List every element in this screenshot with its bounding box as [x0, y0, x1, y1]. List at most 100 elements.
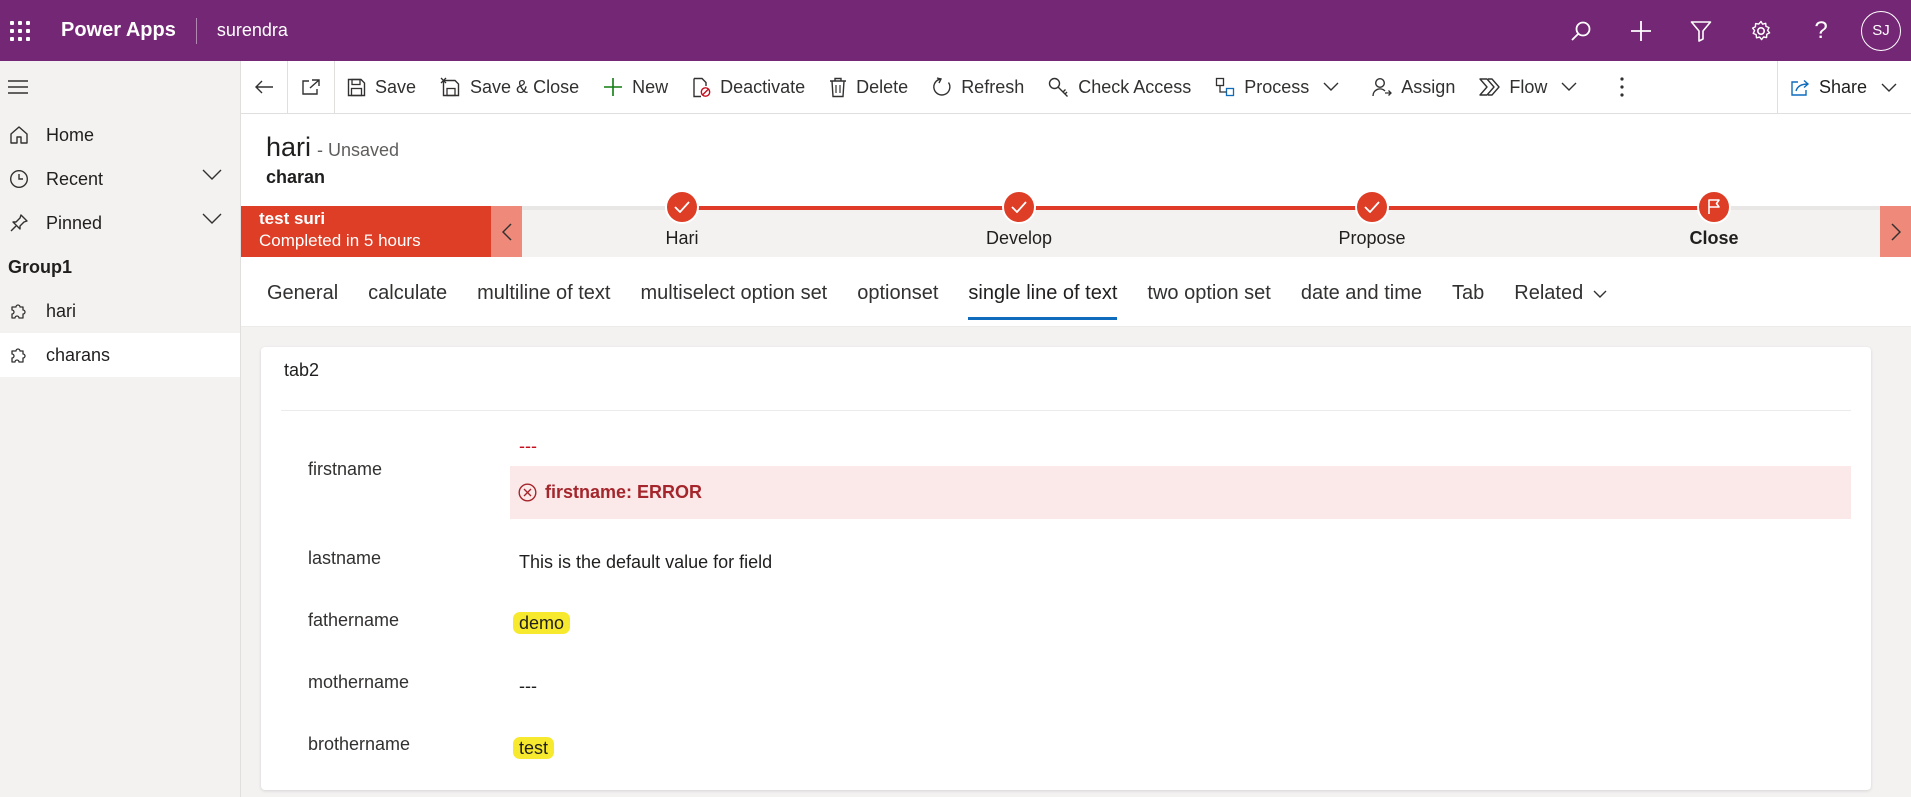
sidebar-item-hari[interactable]: hari — [0, 289, 240, 333]
field-label-lastname: lastname — [308, 548, 382, 568]
save-and-close-button[interactable]: Save & Close — [428, 61, 591, 114]
more-vertical-icon — [1620, 77, 1624, 97]
refresh-button[interactable]: Refresh — [920, 61, 1036, 114]
filter-button[interactable] — [1671, 0, 1731, 61]
bpf-stage-propose[interactable]: Propose — [1312, 190, 1432, 249]
user-avatar[interactable]: SJ — [1861, 10, 1901, 51]
share-button[interactable]: Share — [1776, 61, 1911, 114]
save-status: - Unsaved — [317, 140, 400, 160]
header-divider — [195, 17, 197, 44]
sidebar-item-label: charans — [46, 344, 111, 365]
environment-name[interactable]: surendra — [217, 20, 288, 41]
deactivate-label: Deactivate — [720, 76, 806, 97]
chevron-down-icon — [1561, 82, 1577, 91]
mothername-input[interactable]: --- — [519, 676, 537, 697]
checkmark-icon — [665, 190, 699, 224]
new-label: New — [632, 76, 669, 97]
record-title: hari — [266, 132, 312, 162]
error-message: firstname: ERROR — [545, 482, 703, 502]
hamburger-icon — [8, 80, 28, 94]
chevron-down-icon[interactable] — [202, 169, 222, 181]
brothername-input[interactable]: test — [513, 737, 555, 759]
deactivate-button[interactable]: Deactivate — [680, 61, 817, 114]
active-process-flyout[interactable]: test suri Completed in 5 hours — [241, 206, 491, 257]
deactivate-icon — [693, 77, 711, 97]
new-button[interactable] — [1611, 0, 1671, 61]
flag-icon — [1697, 190, 1731, 224]
new-record-button[interactable]: New — [591, 61, 680, 114]
sidebar-item-label: Recent — [46, 168, 104, 189]
assign-label: Assign — [1401, 76, 1456, 97]
form-section-card: tab2 firstname --- firstname: ERROR last… — [261, 347, 1871, 790]
share-label: Share — [1818, 77, 1867, 97]
flow-label: Flow — [1509, 76, 1548, 97]
plus-icon — [1631, 20, 1651, 41]
sidebar-item-charans[interactable]: charans — [0, 333, 240, 377]
settings-button[interactable] — [1731, 0, 1791, 61]
app-launcher-button[interactable] — [0, 0, 40, 61]
tab-multiline-of-text[interactable]: multiline of text — [477, 257, 610, 320]
field-label-brothername: brothername — [308, 734, 411, 754]
sidebar-group-label: Group1 — [8, 256, 73, 277]
tab-calculate[interactable]: calculate — [368, 257, 447, 320]
bpf-stage-close[interactable]: Close — [1654, 190, 1774, 249]
field-label-fathername: fathername — [308, 610, 400, 630]
gear-icon — [1751, 20, 1771, 40]
save-and-close-label: Save & Close — [470, 76, 580, 97]
app-name[interactable]: Power Apps — [61, 19, 176, 42]
search-button[interactable] — [1551, 0, 1611, 61]
home-icon — [8, 124, 30, 146]
tab-date-and-time[interactable]: date and time — [1301, 257, 1422, 320]
sitemap-sidebar: Home Recent Pinned Group1 hari charans — [0, 61, 241, 797]
checkmark-icon — [1002, 190, 1036, 224]
process-menu-button[interactable]: Process — [1203, 61, 1360, 114]
firstname-input[interactable]: --- — [519, 436, 537, 457]
fathername-input[interactable]: demo — [513, 612, 571, 634]
brothername-value: test — [513, 737, 555, 759]
collapse-nav-button[interactable] — [0, 61, 240, 113]
puzzle-icon — [8, 300, 30, 322]
bpf-previous-button[interactable] — [491, 206, 522, 257]
tab-optionset[interactable]: optionset — [857, 257, 938, 320]
bpf-stage-hari[interactable]: Hari — [622, 190, 742, 249]
tab-single-line-of-text[interactable]: single line of text — [968, 257, 1117, 320]
firstname-error-notification: firstname: ERROR — [510, 466, 1851, 519]
trash-icon — [830, 77, 847, 97]
waffle-icon — [10, 20, 30, 41]
back-button[interactable] — [241, 61, 287, 114]
tab-related[interactable]: Related — [1514, 257, 1607, 320]
flow-menu-button[interactable]: Flow — [1467, 61, 1598, 114]
tab-general[interactable]: General — [267, 257, 338, 320]
chevron-down-icon — [1881, 83, 1897, 92]
field-label-firstname: firstname — [308, 459, 383, 479]
tab-tab[interactable]: Tab — [1452, 257, 1484, 320]
section-divider — [281, 410, 1851, 411]
bpf-stage-label: Hari — [665, 228, 699, 248]
open-in-new-window-button[interactable] — [288, 61, 334, 114]
delete-button[interactable]: Delete — [817, 61, 920, 114]
help-button[interactable]: ? — [1791, 0, 1851, 61]
check-access-button[interactable]: Check Access — [1036, 61, 1203, 114]
assign-button[interactable]: Assign — [1360, 61, 1467, 114]
tab-multiselect-option-set[interactable]: multiselect option set — [640, 257, 827, 320]
sidebar-item-recent[interactable]: Recent — [0, 157, 240, 201]
more-commands-button[interactable] — [1598, 61, 1646, 114]
plus-icon — [604, 78, 623, 96]
command-bar: Save Save & Close New Deactivate Delete … — [241, 60, 1911, 114]
process-label: Process — [1244, 76, 1310, 97]
bpf-next-button[interactable] — [1880, 206, 1911, 257]
lastname-input[interactable]: This is the default value for field — [519, 552, 772, 573]
chevron-down-icon[interactable] — [202, 213, 222, 225]
tab-two-option-set[interactable]: two option set — [1147, 257, 1270, 320]
bpf-stage-label: Close — [1689, 228, 1739, 248]
save-button[interactable]: Save — [335, 61, 428, 114]
section-title: tab2 — [284, 360, 320, 380]
bpf-stage-develop[interactable]: Develop — [959, 190, 1079, 249]
sidebar-item-home[interactable]: Home — [0, 113, 240, 157]
sidebar-item-pinned[interactable]: Pinned — [0, 201, 240, 245]
error-circle-icon — [518, 483, 537, 502]
filter-icon — [1690, 20, 1712, 42]
refresh-label: Refresh — [961, 76, 1025, 97]
chevron-left-icon — [501, 222, 512, 241]
delete-label: Delete — [856, 76, 909, 97]
